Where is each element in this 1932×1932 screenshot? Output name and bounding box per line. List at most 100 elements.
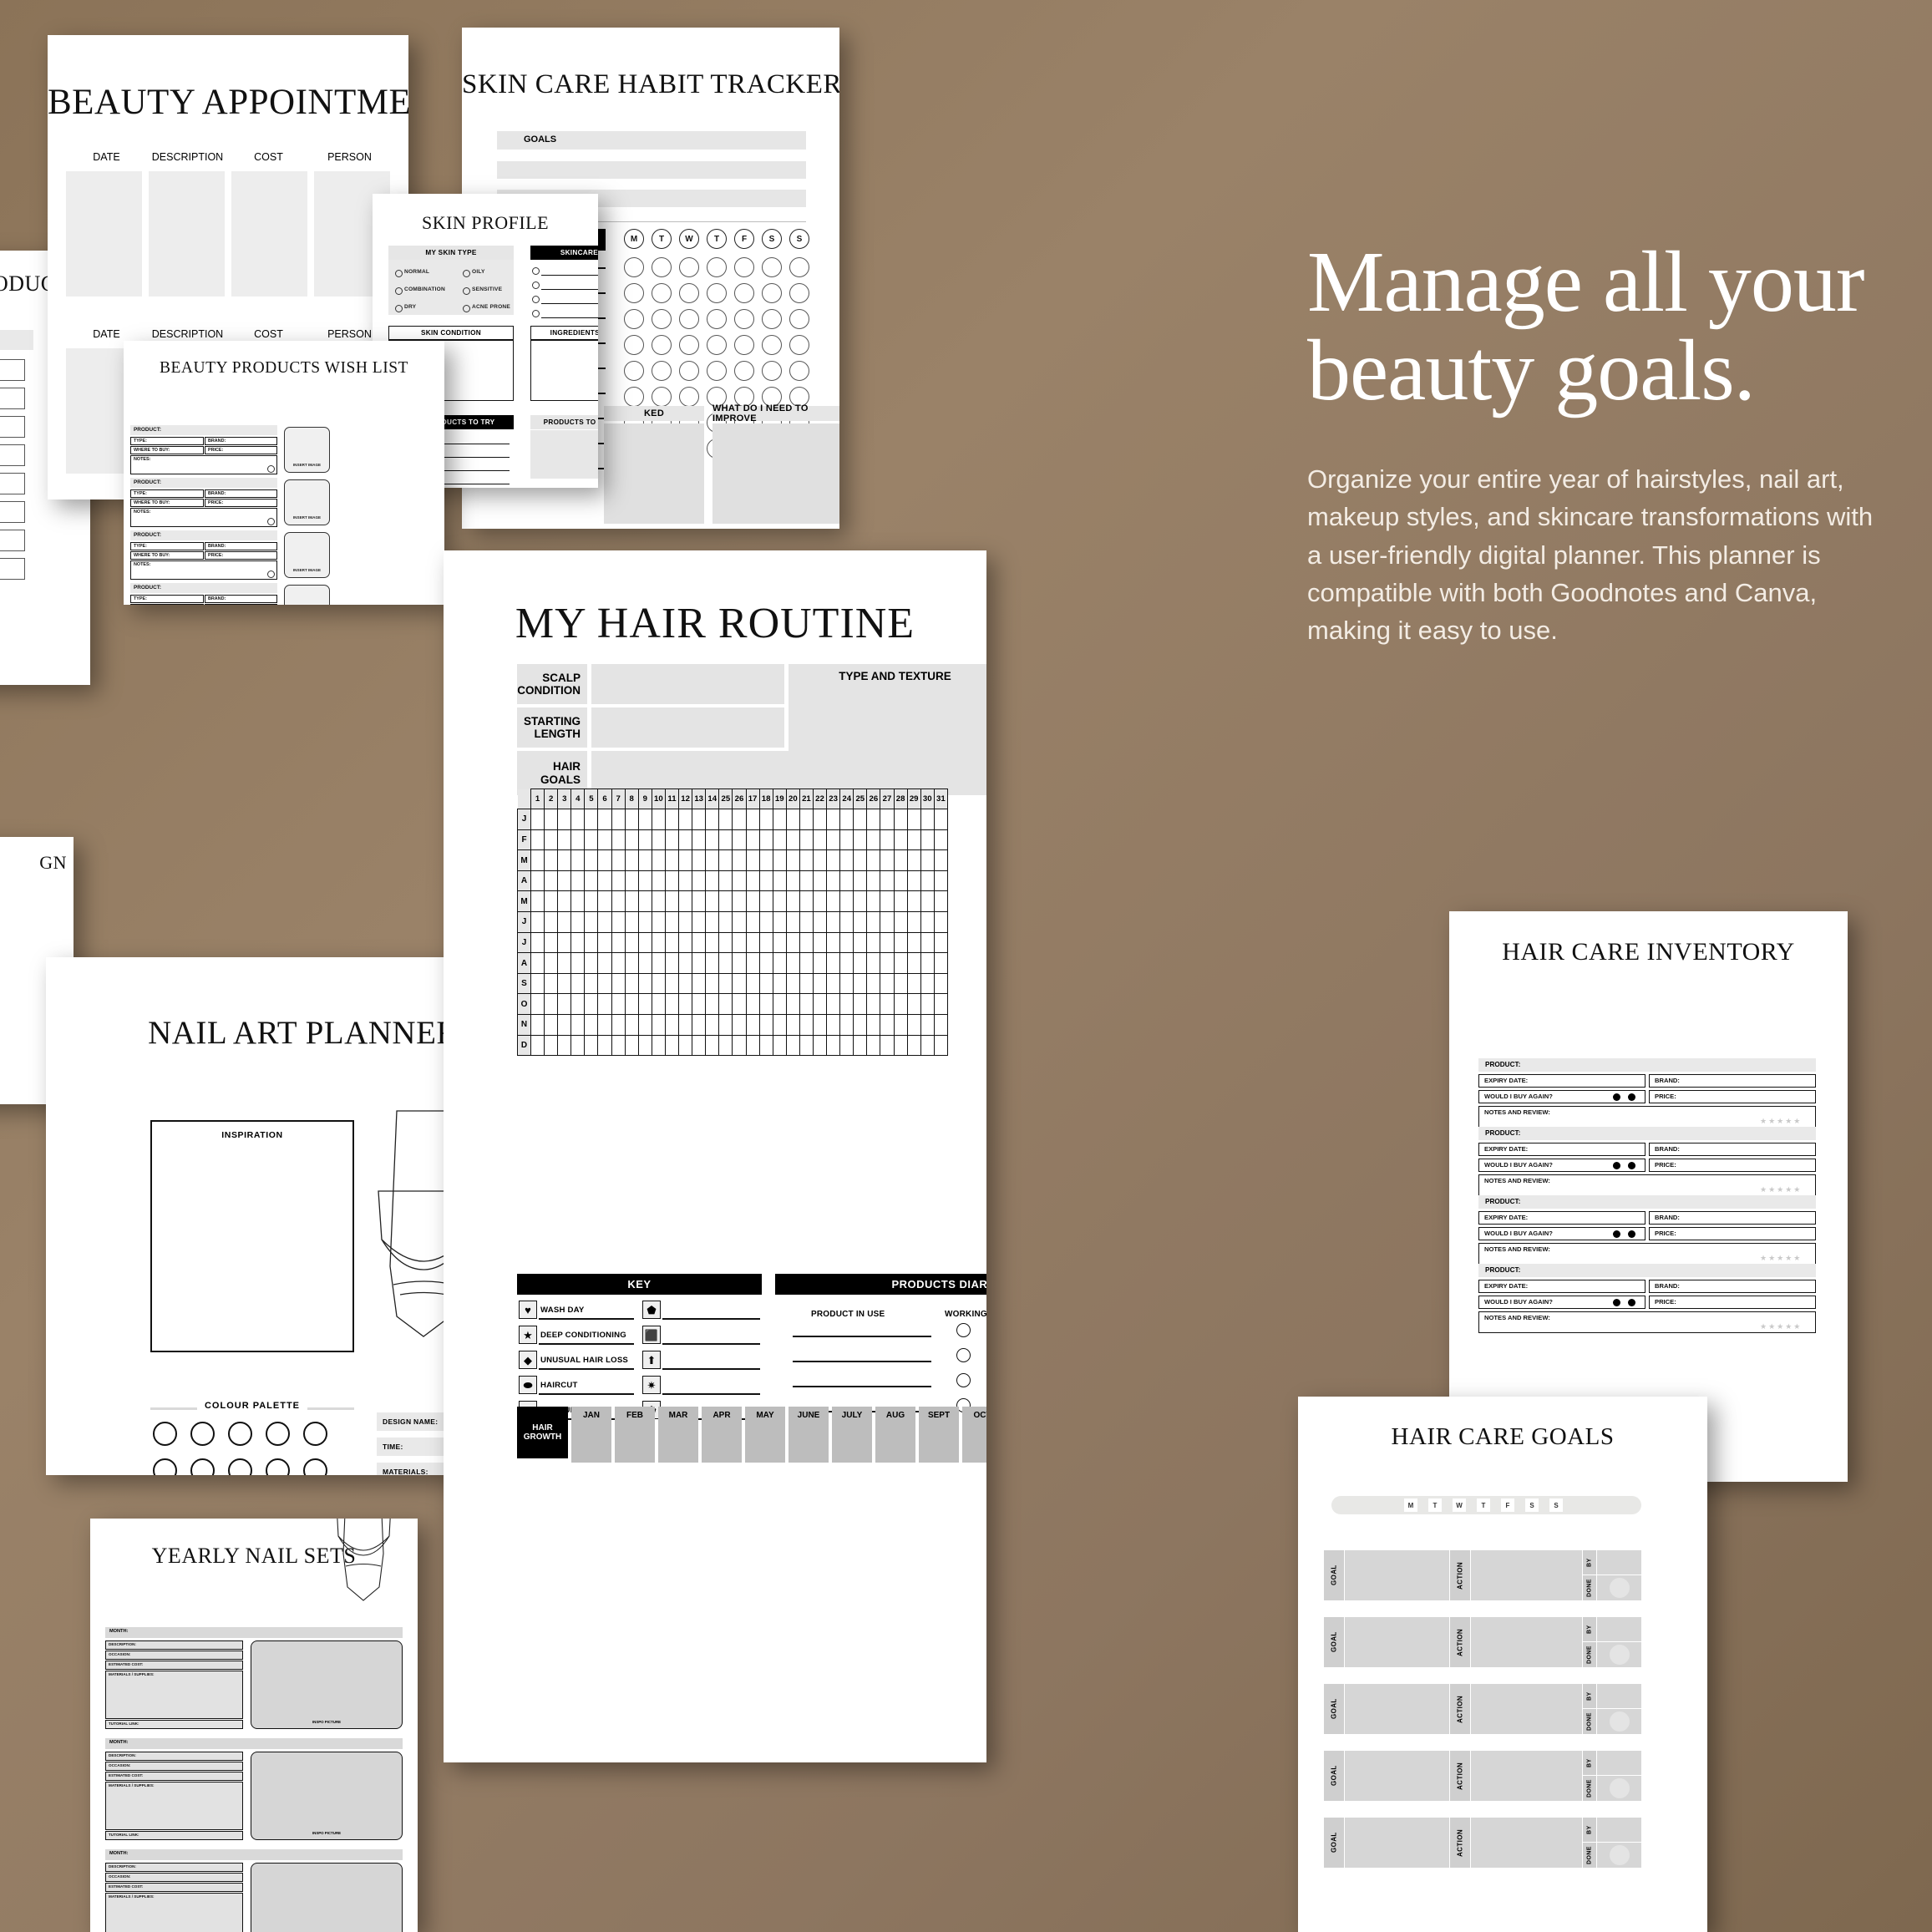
grid-cell[interactable] (880, 931, 895, 954)
grid-cell[interactable] (530, 931, 545, 954)
grid-cell[interactable] (624, 1014, 639, 1036)
materials-field[interactable]: MATERIALS / SUPPLIES: (105, 1893, 243, 1932)
grid-cell[interactable] (772, 911, 787, 933)
skincare-goal-line[interactable] (541, 275, 598, 276)
grid-cell[interactable] (597, 952, 612, 974)
notes-radio[interactable] (267, 518, 275, 525)
grid-cell[interactable] (530, 829, 545, 851)
type-field[interactable]: TYPE: (130, 542, 204, 550)
description-field[interactable]: DESCRIPTION: (105, 1752, 243, 1761)
brand-field[interactable]: BRAND: (1649, 1211, 1816, 1225)
grid-cell[interactable] (785, 1014, 800, 1036)
type-and-texture-field[interactable]: TYPE AND TEXTURE (789, 664, 986, 753)
grid-cell[interactable] (597, 972, 612, 995)
grid-cell[interactable] (812, 870, 828, 892)
grid-cell[interactable] (772, 993, 787, 1016)
grid-month-row[interactable]: J (517, 931, 948, 954)
grid-cell[interactable] (597, 829, 612, 851)
grid-cell[interactable] (584, 931, 599, 954)
grid-cell[interactable] (880, 829, 895, 851)
grid-cell[interactable] (530, 890, 545, 913)
habit-check-circle[interactable] (762, 257, 782, 277)
grid-cell[interactable] (745, 890, 760, 913)
grid-cell[interactable] (826, 993, 841, 1016)
grid-cell[interactable] (785, 849, 800, 871)
habit-check-circle[interactable] (679, 361, 699, 381)
grid-cell[interactable] (624, 890, 639, 913)
grid-cell[interactable] (557, 829, 572, 851)
skin-type-radio[interactable] (395, 305, 403, 312)
grid-cell[interactable] (692, 1034, 707, 1057)
where-to-buy-field[interactable]: WHERE TO BUY: (130, 604, 204, 605)
grid-cell[interactable] (933, 1034, 948, 1057)
grid-cell[interactable] (906, 972, 921, 995)
working-circle[interactable] (956, 1323, 971, 1337)
grid-cell[interactable] (893, 849, 908, 871)
grid-cell[interactable] (772, 890, 787, 913)
grid-cell[interactable] (664, 911, 680, 933)
product-name-field[interactable]: PRODUCT: (130, 478, 277, 488)
grid-cell[interactable] (624, 972, 639, 995)
goals-weekday-6[interactable]: S (1549, 1498, 1563, 1512)
grid-cell[interactable] (772, 849, 787, 871)
grid-cell[interactable] (530, 952, 545, 974)
grid-cell[interactable] (637, 1034, 652, 1057)
grid-cell[interactable] (570, 809, 586, 830)
grid-cell[interactable] (839, 849, 854, 871)
grid-cell[interactable] (866, 993, 881, 1016)
grid-cell[interactable] (678, 870, 693, 892)
grid-cell[interactable] (718, 1034, 733, 1057)
grid-cell[interactable] (745, 870, 760, 892)
grid-cell[interactable] (570, 849, 586, 871)
grid-cell[interactable] (880, 972, 895, 995)
action-input-3[interactable] (1471, 1751, 1582, 1801)
grid-cell[interactable] (785, 1034, 800, 1057)
grid-cell[interactable] (866, 911, 881, 933)
grid-cell[interactable] (557, 890, 572, 913)
grid-cell[interactable] (624, 911, 639, 933)
scalp-condition-field[interactable] (591, 664, 784, 704)
price-field[interactable]: PRICE: (1649, 1090, 1816, 1103)
grid-cell[interactable] (611, 1034, 626, 1057)
habit-check-circle[interactable] (679, 387, 699, 407)
grid-cell[interactable] (624, 829, 639, 851)
description-field[interactable]: DESCRIPTION: (105, 1863, 243, 1872)
diary-line[interactable] (793, 1336, 931, 1337)
grid-cell[interactable] (570, 1034, 586, 1057)
grid-cell[interactable] (866, 849, 881, 871)
grid-cell[interactable] (570, 890, 586, 913)
grid-cell[interactable] (906, 890, 921, 913)
grid-cell[interactable] (570, 911, 586, 933)
grid-cell[interactable] (705, 890, 720, 913)
grid-cell[interactable] (611, 1014, 626, 1036)
grid-cell[interactable] (557, 849, 572, 871)
grid-cell[interactable] (570, 1014, 586, 1036)
grid-cell[interactable] (718, 890, 733, 913)
keep-using-body[interactable] (530, 430, 598, 479)
heart-icon[interactable]: ♥ (519, 1301, 537, 1319)
grid-cell[interactable] (853, 829, 868, 851)
grid-cell[interactable] (544, 809, 559, 830)
grid-cell[interactable] (705, 849, 720, 871)
buy-again-yes-dot[interactable] (1613, 1299, 1620, 1306)
grid-cell[interactable] (678, 911, 693, 933)
grid-cell[interactable] (920, 911, 935, 933)
grid-cell[interactable] (732, 993, 747, 1016)
goals-weekday-0[interactable]: M (1404, 1498, 1417, 1512)
grid-cell[interactable] (745, 972, 760, 995)
grid-cell[interactable] (920, 849, 935, 871)
buy-again-no-dot[interactable] (1628, 1230, 1635, 1238)
grid-cell[interactable] (705, 1014, 720, 1036)
grid-cell[interactable] (584, 972, 599, 995)
skin-type-radio[interactable] (463, 270, 470, 277)
grid-cell[interactable] (624, 1034, 639, 1057)
grid-cell[interactable] (718, 952, 733, 974)
product-brand-row[interactable] (0, 501, 25, 523)
month-cell-APR[interactable]: APR (702, 1407, 742, 1463)
notes-field[interactable]: NOTES: (130, 455, 277, 474)
grid-cell[interactable] (611, 911, 626, 933)
grid-cell[interactable] (557, 972, 572, 995)
insert-image-box[interactable]: INSERT IMAGE (284, 532, 330, 578)
grid-cell[interactable] (664, 849, 680, 871)
grid-cell[interactable] (853, 993, 868, 1016)
